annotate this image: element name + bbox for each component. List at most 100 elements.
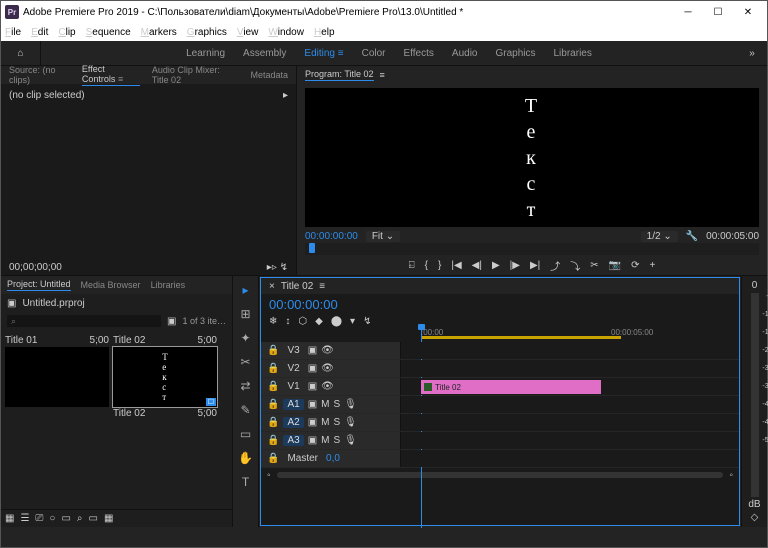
menu-file[interactable]: File	[5, 27, 21, 38]
lock-icon[interactable]: 🔒	[267, 345, 279, 356]
menu-window[interactable]: Window	[268, 27, 304, 38]
workspace-graphics[interactable]: Graphics	[495, 48, 535, 59]
zoom-dropdown[interactable]: 1/2 ⌄	[641, 231, 678, 242]
timeline-zoom-slider[interactable]	[277, 472, 724, 478]
project-footer-btn-5[interactable]: ⌕	[77, 513, 83, 524]
project-search[interactable]	[7, 315, 161, 327]
project-tab[interactable]: Media Browser	[81, 280, 141, 290]
playhead-marker[interactable]	[309, 243, 315, 253]
tool-8[interactable]: T	[238, 474, 254, 490]
minimize-button[interactable]: ─	[673, 1, 703, 23]
menu-edit[interactable]: Edit	[31, 27, 48, 38]
project-footer-btn-3[interactable]: ○	[49, 513, 55, 524]
track-body[interactable]	[401, 396, 739, 413]
project-footer-btn-2[interactable]: ⎚	[35, 513, 43, 524]
transport-btn-3[interactable]: |◀	[451, 260, 461, 271]
source-tab[interactable]: Effect Controls ≡	[82, 64, 140, 86]
transport-btn-11[interactable]: 📷	[609, 260, 621, 271]
project-footer-btn-0[interactable]: ▦	[5, 513, 14, 524]
lock-icon[interactable]: 🔒	[267, 453, 279, 464]
tool-2[interactable]: ✦	[238, 330, 254, 346]
project-tab[interactable]: Project: Untitled	[7, 279, 71, 291]
program-tab[interactable]: Program: Title 02	[305, 69, 374, 81]
track-body[interactable]	[401, 432, 739, 449]
collapse-arrow-icon[interactable]: ▸	[283, 90, 288, 101]
source-foot-icons[interactable]: ▸▹ ↯	[267, 262, 288, 273]
workspace-libraries[interactable]: Libraries	[554, 48, 592, 59]
track-body[interactable]	[401, 360, 739, 377]
track-io[interactable]: ▣	[308, 363, 317, 374]
clip[interactable]: Title 02	[421, 380, 601, 394]
project-footer-btn-6[interactable]: ▭	[89, 513, 98, 524]
track-io[interactable]: M	[321, 399, 329, 410]
timeline-timecode[interactable]: 00:00:00:00	[269, 297, 338, 312]
transport-btn-9[interactable]: ⤵	[570, 258, 580, 273]
transport-btn-5[interactable]: ▶	[492, 260, 500, 271]
track-io[interactable]: ▣	[308, 345, 317, 356]
work-area-bar[interactable]	[421, 336, 621, 339]
lock-icon[interactable]: 🔒	[267, 417, 279, 428]
home-button[interactable]: ⌂	[1, 41, 41, 65]
meter-diamond-icon[interactable]: ◇	[751, 512, 759, 523]
sequence-tab[interactable]: Title 02	[281, 281, 313, 292]
lock-icon[interactable]: 🔒	[267, 381, 279, 392]
project-footer-btn-7[interactable]: ▦	[104, 513, 113, 524]
track-io[interactable]: 🎙	[344, 417, 357, 428]
project-item[interactable]: Title 025;00Т е к с т☐Title 025;00	[113, 334, 217, 420]
timeline-ruler[interactable]: :00:0000:00:05:0000:00:10	[401, 328, 739, 342]
program-ruler[interactable]	[305, 243, 759, 255]
tool-7[interactable]: ✋	[238, 450, 254, 466]
maximize-button[interactable]: ☐	[703, 1, 733, 23]
track-body[interactable]	[401, 450, 739, 467]
track-label[interactable]: A3	[283, 435, 303, 446]
lock-icon[interactable]: 🔒	[267, 399, 279, 410]
menu-markers[interactable]: Markers	[141, 27, 177, 38]
timeline-zoom-out[interactable]: ◦	[267, 470, 271, 481]
seq-close-icon[interactable]: ×	[269, 281, 275, 292]
tool-1[interactable]: ⊞	[238, 306, 254, 322]
menu-graphics[interactable]: Graphics	[187, 27, 227, 38]
track-label[interactable]: A2	[283, 417, 303, 428]
project-item[interactable]: Title 015;00	[5, 334, 109, 420]
track-io[interactable]: ▣	[308, 417, 317, 428]
project-tab[interactable]: Libraries	[151, 280, 186, 290]
track-io[interactable]: ▣	[308, 381, 317, 392]
workspace-overflow[interactable]: »	[737, 48, 767, 59]
program-monitor[interactable]: Т е к с т	[305, 88, 759, 227]
tool-5[interactable]: ✎	[238, 402, 254, 418]
settings-icon[interactable]: 🔧	[686, 231, 698, 242]
workspace-audio[interactable]: Audio	[452, 48, 478, 59]
menu-sequence[interactable]: Sequence	[86, 27, 131, 38]
source-tab[interactable]: Source: (no clips)	[9, 65, 70, 85]
track-io[interactable]: M	[321, 417, 329, 428]
source-tab[interactable]: Audio Clip Mixer: Title 02	[152, 65, 239, 85]
track-label[interactable]: Master	[283, 453, 322, 464]
timeline-opt-2[interactable]: ⬡	[298, 316, 307, 327]
close-button[interactable]: ✕	[733, 1, 763, 23]
track-io[interactable]: S	[333, 435, 340, 446]
transport-btn-2[interactable]: }	[438, 260, 441, 271]
timeline-opt-4[interactable]: ⬤	[331, 316, 342, 327]
track-label[interactable]: V1	[283, 381, 303, 392]
menu-view[interactable]: View	[237, 27, 259, 38]
track-io[interactable]: M	[321, 435, 329, 446]
tab-menu-icon[interactable]: ≡	[319, 281, 325, 292]
timeline-opt-5[interactable]: ▾	[350, 316, 355, 327]
track-io[interactable]: 🎙	[344, 399, 357, 410]
track-label[interactable]: V2	[283, 363, 303, 374]
tool-4[interactable]: ⇄	[238, 378, 254, 394]
filter-icon[interactable]: ▣	[167, 316, 176, 327]
tab-menu-icon[interactable]: ≡	[380, 70, 385, 80]
track-io[interactable]: 👁	[321, 345, 334, 356]
transport-btn-6[interactable]: |▶	[510, 260, 520, 271]
tool-6[interactable]: ▭	[238, 426, 254, 442]
transport-btn-10[interactable]: ✂	[590, 260, 598, 271]
program-timecode-in[interactable]: 00:00:00:00	[305, 231, 358, 242]
tool-3[interactable]: ✂	[238, 354, 254, 370]
timeline-opt-3[interactable]: ◆	[315, 316, 323, 327]
track-body[interactable]	[401, 414, 739, 431]
project-footer-btn-4[interactable]: ▭	[61, 513, 70, 524]
menu-help[interactable]: Help	[314, 27, 335, 38]
lock-icon[interactable]: 🔒	[267, 363, 279, 374]
track-io[interactable]: S	[333, 399, 340, 410]
